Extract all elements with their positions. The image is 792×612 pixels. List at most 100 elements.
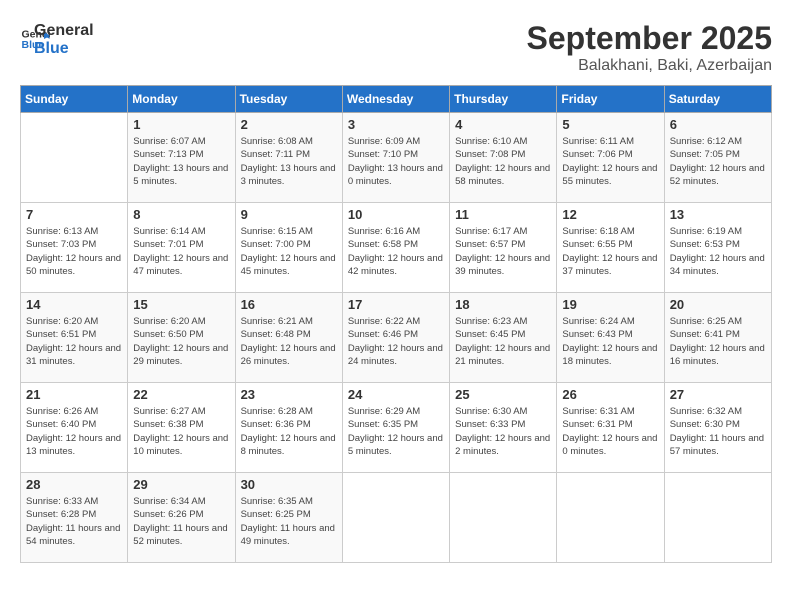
calendar-cell: 11Sunrise: 6:17 AMSunset: 6:57 PMDayligh… [450, 203, 557, 293]
title-block: September 2025 Balakhani, Baki, Azerbaij… [527, 20, 772, 75]
calendar-cell: 26Sunrise: 6:31 AMSunset: 6:31 PMDayligh… [557, 383, 664, 473]
day-info: Sunrise: 6:25 AMSunset: 6:41 PMDaylight:… [670, 315, 766, 368]
calendar-cell [21, 113, 128, 203]
day-info: Sunrise: 6:14 AMSunset: 7:01 PMDaylight:… [133, 225, 229, 278]
header-day-tuesday: Tuesday [235, 86, 342, 113]
calendar-cell: 30 Sunrise: 6:35 AMSunset: 6:25 PMDayligh… [235, 473, 342, 563]
day-info: Sunrise: 6:35 AMSunset: 6:25 PMDaylight:… [241, 495, 337, 548]
day-info: Sunrise: 6:11 AMSunset: 7:06 PMDaylight:… [562, 135, 658, 188]
day-info: Sunrise: 6:16 AMSunset: 6:58 PMDaylight:… [348, 225, 444, 278]
day-info: Sunrise: 6:20 AMSunset: 6:51 PMDaylight:… [26, 315, 122, 368]
day-info: Sunrise: 6:18 AMSunset: 6:55 PMDaylight:… [562, 225, 658, 278]
day-info: Sunrise: 6:15 AMSunset: 7:00 PMDaylight:… [241, 225, 337, 278]
day-info: Sunrise: 6:28 AMSunset: 6:36 PMDaylight:… [241, 405, 337, 458]
calendar-cell: 8Sunrise: 6:14 AMSunset: 7:01 PMDaylight… [128, 203, 235, 293]
day-number: 29 [133, 477, 229, 492]
day-number: 1 [133, 117, 229, 132]
day-info: Sunrise: 6:22 AMSunset: 6:46 PMDaylight:… [348, 315, 444, 368]
calendar-cell: 25 Sunrise: 6:30 AMSunset: 6:33 PMDayligh… [450, 383, 557, 473]
week-row-3: 21Sunrise: 6:26 AMSunset: 6:40 PMDayligh… [21, 383, 772, 473]
location: Balakhani, Baki, Azerbaijan [527, 57, 772, 75]
week-row-0: 1 Sunrise: 6:07 AMSunset: 7:13 PMDaylight… [21, 113, 772, 203]
header-day-thursday: Thursday [450, 86, 557, 113]
day-info: Sunrise: 6:26 AMSunset: 6:40 PMDaylight:… [26, 405, 122, 458]
calendar-cell: 14Sunrise: 6:20 AMSunset: 6:51 PMDayligh… [21, 293, 128, 383]
day-info: Sunrise: 6:09 AMSunset: 7:10 PMDaylight:… [348, 135, 444, 188]
calendar-cell: 4 Sunrise: 6:10 AMSunset: 7:08 PMDaylight… [450, 113, 557, 203]
header-day-wednesday: Wednesday [342, 86, 449, 113]
calendar-cell: 9 Sunrise: 6:15 AMSunset: 7:00 PMDaylight… [235, 203, 342, 293]
day-number: 3 [348, 117, 444, 132]
day-number: 9 [241, 207, 337, 222]
day-number: 6 [670, 117, 766, 132]
month-title: September 2025 [527, 20, 772, 57]
day-info: Sunrise: 6:34 AMSunset: 6:26 PMDaylight:… [133, 495, 229, 548]
day-info: Sunrise: 6:24 AMSunset: 6:43 PMDaylight:… [562, 315, 658, 368]
day-info: Sunrise: 6:10 AMSunset: 7:08 PMDaylight:… [455, 135, 551, 188]
calendar-cell: 15 Sunrise: 6:20 AMSunset: 6:50 PMDayligh… [128, 293, 235, 383]
calendar-cell: 29 Sunrise: 6:34 AMSunset: 6:26 PMDayligh… [128, 473, 235, 563]
day-info: Sunrise: 6:23 AMSunset: 6:45 PMDaylight:… [455, 315, 551, 368]
day-number: 16 [241, 297, 337, 312]
page-header: General Blue General Blue September 2025… [20, 20, 772, 75]
calendar-cell: 18Sunrise: 6:23 AMSunset: 6:45 PMDayligh… [450, 293, 557, 383]
day-info: Sunrise: 6:31 AMSunset: 6:31 PMDaylight:… [562, 405, 658, 458]
day-number: 11 [455, 207, 551, 222]
calendar-cell: 21Sunrise: 6:26 AMSunset: 6:40 PMDayligh… [21, 383, 128, 473]
calendar-cell: 2 Sunrise: 6:08 AMSunset: 7:11 PMDaylight… [235, 113, 342, 203]
day-number: 19 [562, 297, 658, 312]
day-info: Sunrise: 6:12 AMSunset: 7:05 PMDaylight:… [670, 135, 766, 188]
day-info: Sunrise: 6:20 AMSunset: 6:50 PMDaylight:… [133, 315, 229, 368]
calendar-cell [557, 473, 664, 563]
day-info: Sunrise: 6:21 AMSunset: 6:48 PMDaylight:… [241, 315, 337, 368]
day-info: Sunrise: 6:29 AMSunset: 6:35 PMDaylight:… [348, 405, 444, 458]
day-number: 27 [670, 387, 766, 402]
header-day-saturday: Saturday [664, 86, 771, 113]
calendar-body: 1 Sunrise: 6:07 AMSunset: 7:13 PMDaylight… [21, 113, 772, 563]
day-number: 10 [348, 207, 444, 222]
calendar-cell [664, 473, 771, 563]
day-number: 7 [26, 207, 122, 222]
calendar-cell: 13 Sunrise: 6:19 AMSunset: 6:53 PMDayligh… [664, 203, 771, 293]
day-info: Sunrise: 6:19 AMSunset: 6:53 PMDaylight:… [670, 225, 766, 278]
day-number: 25 [455, 387, 551, 402]
calendar-cell: 1 Sunrise: 6:07 AMSunset: 7:13 PMDaylight… [128, 113, 235, 203]
day-info: Sunrise: 6:07 AMSunset: 7:13 PMDaylight:… [133, 135, 229, 188]
calendar-cell [342, 473, 449, 563]
header-day-sunday: Sunday [21, 86, 128, 113]
day-info: Sunrise: 6:33 AMSunset: 6:28 PMDaylight:… [26, 495, 122, 548]
calendar-cell: 19 Sunrise: 6:24 AMSunset: 6:43 PMDayligh… [557, 293, 664, 383]
day-number: 30 [241, 477, 337, 492]
calendar-cell: 27 Sunrise: 6:32 AMSunset: 6:30 PMDayligh… [664, 383, 771, 473]
day-number: 17 [348, 297, 444, 312]
day-info: Sunrise: 6:30 AMSunset: 6:33 PMDaylight:… [455, 405, 551, 458]
day-info: Sunrise: 6:13 AMSunset: 7:03 PMDaylight:… [26, 225, 122, 278]
day-number: 5 [562, 117, 658, 132]
calendar-cell: 5 Sunrise: 6:11 AMSunset: 7:06 PMDaylight… [557, 113, 664, 203]
calendar-header: SundayMondayTuesdayWednesdayThursdayFrid… [21, 86, 772, 113]
day-info: Sunrise: 6:08 AMSunset: 7:11 PMDaylight:… [241, 135, 337, 188]
day-number: 24 [348, 387, 444, 402]
day-number: 4 [455, 117, 551, 132]
calendar-cell: 7 Sunrise: 6:13 AMSunset: 7:03 PMDaylight… [21, 203, 128, 293]
logo-blue: Blue [34, 40, 94, 58]
calendar-cell: 20 Sunrise: 6:25 AMSunset: 6:41 PMDayligh… [664, 293, 771, 383]
day-number: 12 [562, 207, 658, 222]
day-number: 23 [241, 387, 337, 402]
calendar-cell: 24 Sunrise: 6:29 AMSunset: 6:35 PMDayligh… [342, 383, 449, 473]
day-number: 2 [241, 117, 337, 132]
calendar-cell: 22Sunrise: 6:27 AMSunset: 6:38 PMDayligh… [128, 383, 235, 473]
calendar-cell: 23 Sunrise: 6:28 AMSunset: 6:36 PMDayligh… [235, 383, 342, 473]
day-number: 13 [670, 207, 766, 222]
calendar-table: SundayMondayTuesdayWednesdayThursdayFrid… [20, 85, 772, 563]
header-day-friday: Friday [557, 86, 664, 113]
logo-general: General [34, 22, 94, 40]
day-number: 22 [133, 387, 229, 402]
logo: General Blue General Blue [20, 20, 94, 57]
calendar-cell: 10 Sunrise: 6:16 AMSunset: 6:58 PMDayligh… [342, 203, 449, 293]
day-number: 20 [670, 297, 766, 312]
day-info: Sunrise: 6:32 AMSunset: 6:30 PMDaylight:… [670, 405, 766, 458]
week-row-1: 7 Sunrise: 6:13 AMSunset: 7:03 PMDaylight… [21, 203, 772, 293]
day-number: 15 [133, 297, 229, 312]
calendar-cell: 3 Sunrise: 6:09 AMSunset: 7:10 PMDaylight… [342, 113, 449, 203]
